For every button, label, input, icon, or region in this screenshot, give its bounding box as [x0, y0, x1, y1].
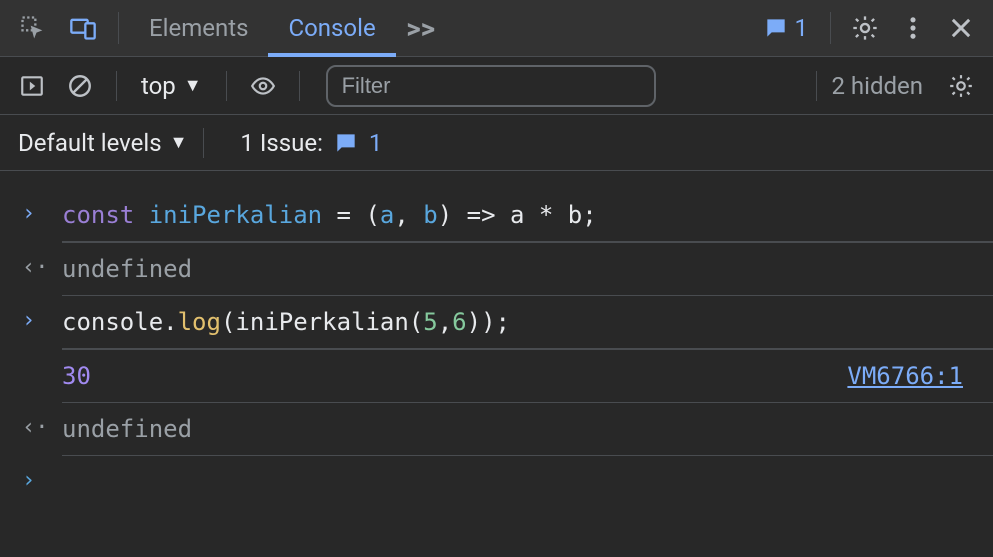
prompt-icon: ›: [22, 197, 62, 230]
console-result-row: ‹· undefined: [0, 243, 993, 295]
console-input-row: › console.log(iniPerkalian(5,6));: [0, 296, 993, 348]
prompt-icon: ›: [22, 464, 62, 497]
issues-badge[interactable]: 1: [751, 14, 821, 42]
result-value: undefined: [62, 415, 192, 443]
sidebar-toggle-icon[interactable]: [10, 64, 54, 108]
console-input-row: › const iniPerkalian = (a, b) => a * b;: [0, 189, 993, 241]
code-line: console.log(iniPerkalian(5,6));: [62, 304, 971, 340]
tab-console[interactable]: Console: [268, 0, 395, 57]
log-levels-label: Default levels: [18, 129, 162, 157]
clear-console-icon[interactable]: [58, 64, 102, 108]
issues-label: 1 Issue:: [240, 129, 323, 157]
separator: [118, 12, 119, 44]
context-label: top: [141, 72, 176, 100]
issues-badge-count: 1: [795, 14, 809, 42]
console-log-area: › const iniPerkalian = (a, b) => a * b; …: [0, 171, 993, 505]
output-value: 30: [62, 362, 91, 390]
log-levels-selector[interactable]: Default levels ▼: [18, 129, 187, 157]
issues-link[interactable]: 1 Issue: 1: [240, 129, 382, 157]
chevron-down-icon: ▼: [170, 132, 188, 153]
separator: [299, 71, 300, 101]
hidden-count[interactable]: 2 hidden: [831, 72, 923, 100]
settings-icon[interactable]: [841, 0, 889, 57]
filter-input[interactable]: [326, 65, 656, 107]
result-value: undefined: [62, 255, 192, 283]
context-selector[interactable]: top ▼: [131, 72, 212, 100]
issue-chat-icon: [333, 130, 359, 156]
prompt-icon: ›: [22, 304, 62, 337]
separator: [116, 71, 117, 101]
code-line: const iniPerkalian = (a, b) => a * b;: [62, 197, 971, 233]
separator: [816, 71, 817, 101]
separator: [203, 128, 204, 158]
device-toggle-icon[interactable]: [58, 0, 108, 57]
separator: [830, 12, 831, 44]
live-expression-icon[interactable]: [241, 64, 285, 108]
console-prompt-row[interactable]: ›: [0, 456, 993, 505]
source-link[interactable]: VM6766:1: [847, 358, 971, 394]
levels-row: Default levels ▼ 1 Issue: 1: [0, 115, 993, 171]
issues-count: 1: [369, 129, 383, 157]
tabs-overflow[interactable]: >>: [396, 12, 446, 45]
devtools-tabbar: Elements Console >> 1: [0, 0, 993, 57]
separator: [226, 71, 227, 101]
tab-elements[interactable]: Elements: [129, 0, 268, 57]
kebab-menu-icon[interactable]: [889, 0, 937, 57]
inspect-icon[interactable]: [8, 0, 58, 57]
console-result-row: ‹· undefined: [0, 403, 993, 455]
result-icon: ‹·: [22, 411, 62, 444]
close-icon[interactable]: [937, 0, 985, 57]
console-output-row: 30 VM6766:1: [0, 350, 993, 402]
result-icon: ‹·: [22, 251, 62, 284]
console-toolbar: top ▼ 2 hidden: [0, 57, 993, 115]
console-settings-icon[interactable]: [939, 64, 983, 108]
chevron-down-icon: ▼: [184, 75, 202, 96]
